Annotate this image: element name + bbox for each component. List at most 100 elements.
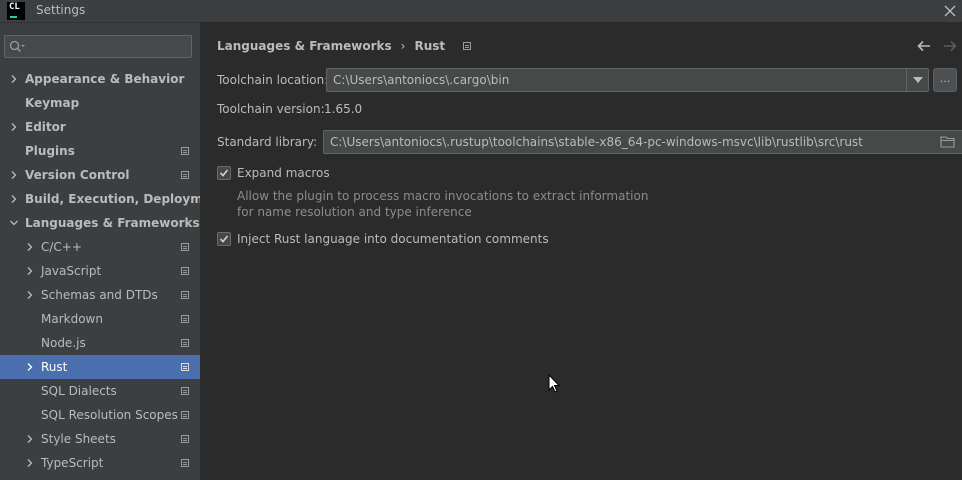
- expand-macros-hint-line1: Allow the plugin to process macro invoca…: [237, 189, 649, 203]
- project-level-icon: [181, 339, 189, 347]
- sidebar-item-label: Editor: [25, 120, 66, 134]
- project-level-icon: [181, 171, 189, 179]
- clion-logo-icon: CL: [7, 2, 25, 20]
- sidebar-item-label: JavaScript: [41, 264, 102, 278]
- sidebar-item-c-c[interactable]: C/C++: [0, 235, 200, 259]
- project-level-icon: [181, 387, 189, 395]
- expand-macros-label: Expand macros: [237, 166, 330, 180]
- app-logo-text: CL: [9, 2, 20, 12]
- chevron-right-icon[interactable]: [9, 194, 19, 204]
- close-button[interactable]: [940, 1, 960, 21]
- chevron-right-icon[interactable]: [25, 362, 35, 372]
- sidebar-item-label: Build, Execution, Deployment: [25, 192, 226, 206]
- sidebar-item-sql-resolution-scopes[interactable]: SQL Resolution Scopes: [0, 403, 200, 427]
- chevron-right-icon[interactable]: [9, 74, 19, 84]
- chevron-right-icon[interactable]: [9, 170, 19, 180]
- chevron-right-icon[interactable]: [25, 458, 35, 468]
- settings-tree: Appearance & Behavior Keymap Editor Plugins…: [0, 67, 225, 475]
- standard-library-label: Standard library:: [217, 135, 318, 149]
- sidebar-item-languages-frameworks[interactable]: Languages & Frameworks: [0, 211, 200, 235]
- expand-macros-hint-line2: for name resolution and type inference: [237, 205, 472, 219]
- rust-settings-panel: Languages & Frameworks › Rust Toolchain …: [200, 22, 962, 480]
- settings-search-box[interactable]: [4, 35, 192, 58]
- toolchain-version-label: Toolchain version:: [217, 102, 325, 116]
- arrow-right-icon: [944, 40, 957, 52]
- chevron-right-icon[interactable]: [25, 434, 35, 444]
- expand-macros-checkbox-row[interactable]: Expand macros: [217, 166, 330, 180]
- arrow-left-icon: [917, 40, 930, 52]
- sidebar-item-javascript[interactable]: JavaScript: [0, 259, 200, 283]
- sidebar-item-appearance-behavior[interactable]: Appearance & Behavior: [0, 67, 200, 91]
- sidebar-item-label: TypeScript: [41, 456, 104, 470]
- sidebar-item-label: SQL Resolution Scopes: [41, 408, 178, 422]
- chevron-right-icon[interactable]: [25, 242, 35, 252]
- mouse-cursor-icon: [548, 374, 560, 393]
- project-level-icon: [181, 315, 189, 323]
- breadcrumb-separator: ›: [400, 39, 406, 53]
- browse-toolchain-button[interactable]: ...: [933, 68, 957, 92]
- sidebar-item-label: Schemas and DTDs: [41, 288, 158, 302]
- project-level-icon: [181, 147, 189, 155]
- forward-button[interactable]: [942, 38, 958, 54]
- sidebar-item-typescript[interactable]: TypeScript: [0, 451, 200, 475]
- project-level-icon: [181, 291, 189, 299]
- sidebar-item-schemas-and-dtds[interactable]: Schemas and DTDs: [0, 283, 200, 307]
- breadcrumb-item-languages[interactable]: Languages & Frameworks: [217, 39, 392, 53]
- checkmark-icon: [219, 169, 229, 177]
- sidebar-item-keymap[interactable]: Keymap: [0, 91, 200, 115]
- folder-icon[interactable]: [940, 136, 956, 148]
- project-level-icon: [181, 435, 189, 443]
- expand-macros-checkbox[interactable]: [217, 166, 231, 180]
- chevron-right-icon[interactable]: [25, 266, 35, 276]
- sidebar-item-label: Keymap: [25, 96, 80, 110]
- sidebar-item-plugins[interactable]: Plugins: [0, 139, 200, 163]
- inject-rust-checkbox-row[interactable]: Inject Rust language into documentation …: [217, 232, 549, 246]
- sidebar-item-label: Rust: [41, 360, 68, 374]
- settings-sidebar: Appearance & Behavior Keymap Editor Plugins…: [0, 22, 225, 480]
- chevron-down-icon[interactable]: [913, 77, 923, 83]
- project-level-icon: [463, 42, 472, 50]
- sidebar-item-label: Node.js: [41, 336, 86, 350]
- project-level-icon: [181, 459, 189, 467]
- toolchain-version-value: 1.65.0: [324, 102, 363, 116]
- sidebar-item-label: C/C++: [41, 240, 82, 254]
- sidebar-item-label: SQL Dialects: [41, 384, 117, 398]
- back-button[interactable]: [916, 38, 932, 54]
- project-level-icon: [181, 243, 189, 251]
- chevron-right-icon[interactable]: [9, 122, 19, 132]
- toolchain-location-combo[interactable]: C:\Users\antoniocs\.cargo\bin: [326, 68, 929, 92]
- project-level-icon: [181, 363, 189, 371]
- project-level-icon: [181, 267, 189, 275]
- window-title: Settings: [36, 3, 86, 17]
- standard-library-value: C:\Users\antoniocs\.rustup\toolchains\st…: [330, 135, 863, 149]
- project-level-icon: [181, 411, 189, 419]
- breadcrumb-item-rust: Rust: [414, 39, 446, 53]
- breadcrumb: Languages & Frameworks › Rust: [217, 39, 472, 53]
- search-icon: [9, 40, 25, 53]
- sidebar-item-label: Markdown: [41, 312, 103, 326]
- sidebar-item-editor[interactable]: Editor: [0, 115, 200, 139]
- chevron-down-icon[interactable]: [9, 218, 19, 228]
- sidebar-item-sql-dialects[interactable]: SQL Dialects: [0, 379, 200, 403]
- standard-library-field[interactable]: C:\Users\antoniocs\.rustup\toolchains\st…: [323, 130, 962, 154]
- sidebar-item-label: Version Control: [25, 168, 130, 182]
- settings-search-input[interactable]: [27, 38, 187, 55]
- sidebar-item-label: Plugins: [25, 144, 75, 158]
- sidebar-item-markdown[interactable]: Markdown: [0, 307, 200, 331]
- sidebar-item-version-control[interactable]: Version Control: [0, 163, 200, 187]
- sidebar-item-label: Languages & Frameworks: [25, 216, 200, 230]
- chevron-right-icon[interactable]: [25, 290, 35, 300]
- sidebar-item-label: Appearance & Behavior: [25, 72, 185, 86]
- inject-rust-checkbox[interactable]: [217, 232, 231, 246]
- sidebar-item-style-sheets[interactable]: Style Sheets: [0, 427, 200, 451]
- toolchain-location-label: Toolchain location:: [217, 73, 329, 87]
- close-icon: [944, 5, 956, 17]
- checkmark-icon: [219, 235, 229, 243]
- sidebar-item-label: Style Sheets: [41, 432, 116, 446]
- sidebar-item-build-execution-deployment[interactable]: Build, Execution, Deployment: [0, 187, 225, 211]
- toolchain-location-value: C:\Users\antoniocs\.cargo\bin: [333, 73, 510, 87]
- title-bar: CL Settings: [0, 0, 962, 22]
- sidebar-item-rust[interactable]: Rust: [0, 355, 200, 379]
- sidebar-item-node-js[interactable]: Node.js: [0, 331, 200, 355]
- inject-rust-label: Inject Rust language into documentation …: [237, 232, 549, 246]
